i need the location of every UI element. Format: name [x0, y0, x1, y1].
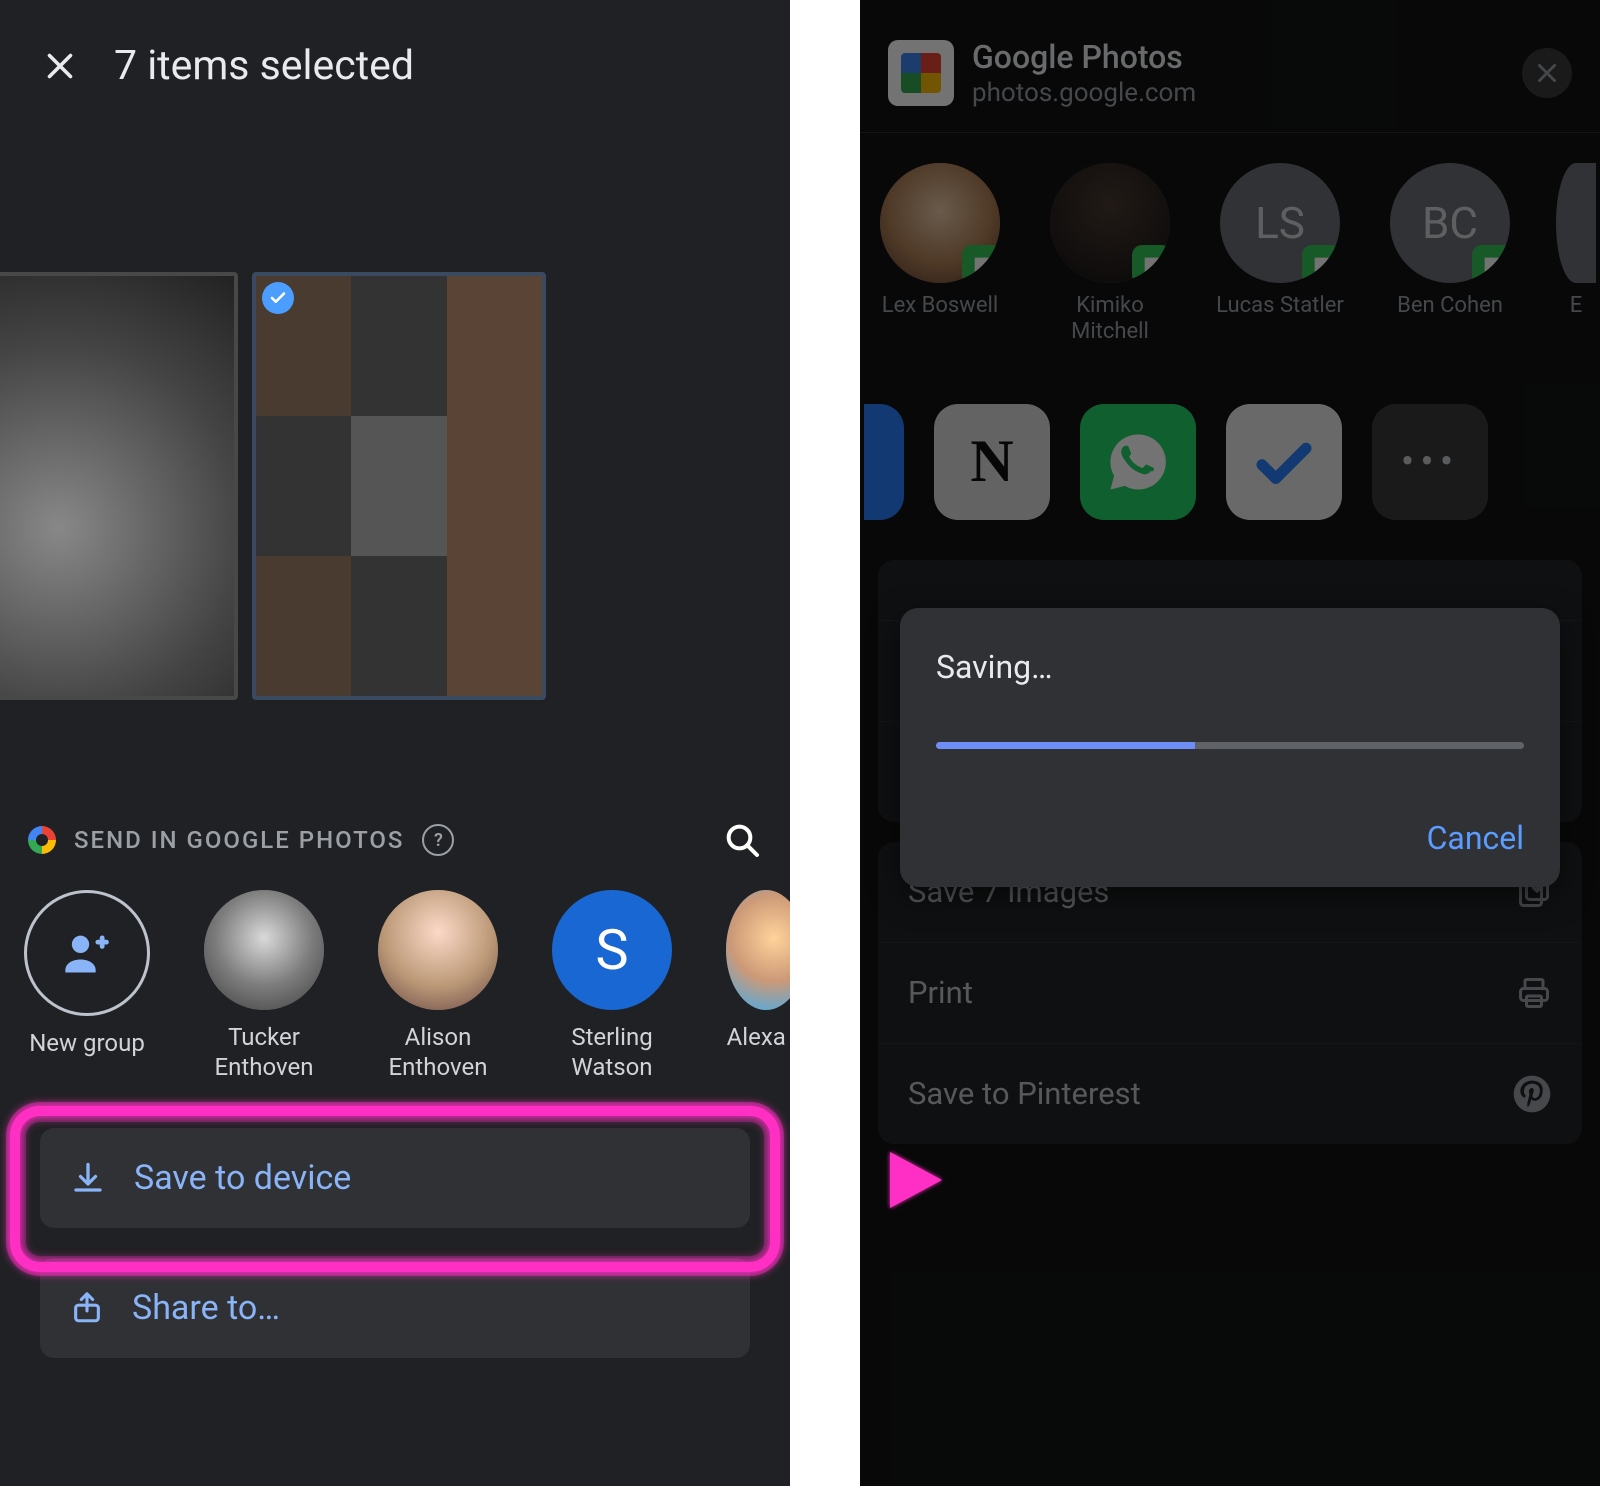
download-icon [70, 1160, 106, 1196]
thumbnail-item[interactable] [0, 272, 238, 700]
thumbnail-item[interactable] [252, 272, 546, 700]
action-label: Share to… [132, 1288, 280, 1328]
send-in-photos-section: SEND IN GOOGLE PHOTOS ? [0, 820, 790, 860]
contact-item[interactable]: Alexa E [726, 890, 790, 1082]
selected-thumbnails [0, 132, 790, 700]
contact-name: Tucker Enthoven [204, 1022, 324, 1082]
contact-item[interactable]: Alison Enthoven [378, 890, 498, 1082]
google-photos-icon [28, 826, 56, 854]
contact-item[interactable]: Tucker Enthoven [204, 890, 324, 1082]
share-icon [70, 1291, 104, 1325]
contact-name: Alexa E [727, 1022, 790, 1052]
saving-modal: Saving… Cancel [900, 608, 1560, 887]
contact-name: New group [29, 1028, 145, 1058]
new-group-button[interactable]: New group [24, 890, 150, 1082]
cancel-button[interactable]: Cancel [1427, 819, 1524, 857]
close-icon[interactable] [36, 42, 84, 90]
progress-bar [936, 742, 1524, 749]
contact-name: Sterling Watson [552, 1022, 672, 1082]
progress-fill [936, 742, 1195, 749]
contact-name: Alison Enthoven [378, 1022, 498, 1082]
phone-left-screen: 7 items selected SEND IN GOOGLE PHOTOS ? [0, 0, 790, 1486]
contact-item[interactable]: S Sterling Watson [552, 890, 672, 1082]
left-header: 7 items selected [0, 0, 790, 132]
help-icon[interactable]: ? [422, 824, 454, 856]
save-to-device-button[interactable]: Save to device [40, 1128, 750, 1228]
modal-title: Saving… [936, 648, 1524, 686]
section-label: SEND IN GOOGLE PHOTOS [74, 826, 404, 854]
google-photos-contacts-row: New group Tucker Enthoven Alison Enthove… [0, 860, 790, 1082]
checkmark-icon [262, 282, 294, 314]
action-label: Save to device [134, 1158, 351, 1198]
avatar-initial: S [552, 890, 672, 1010]
share-to-button[interactable]: Share to… [40, 1258, 750, 1358]
page-title: 7 items selected [114, 42, 414, 90]
search-icon[interactable] [722, 820, 762, 860]
phone-right-screen: Google Photos photos.google.com Lex Bosw… [860, 0, 1600, 1486]
